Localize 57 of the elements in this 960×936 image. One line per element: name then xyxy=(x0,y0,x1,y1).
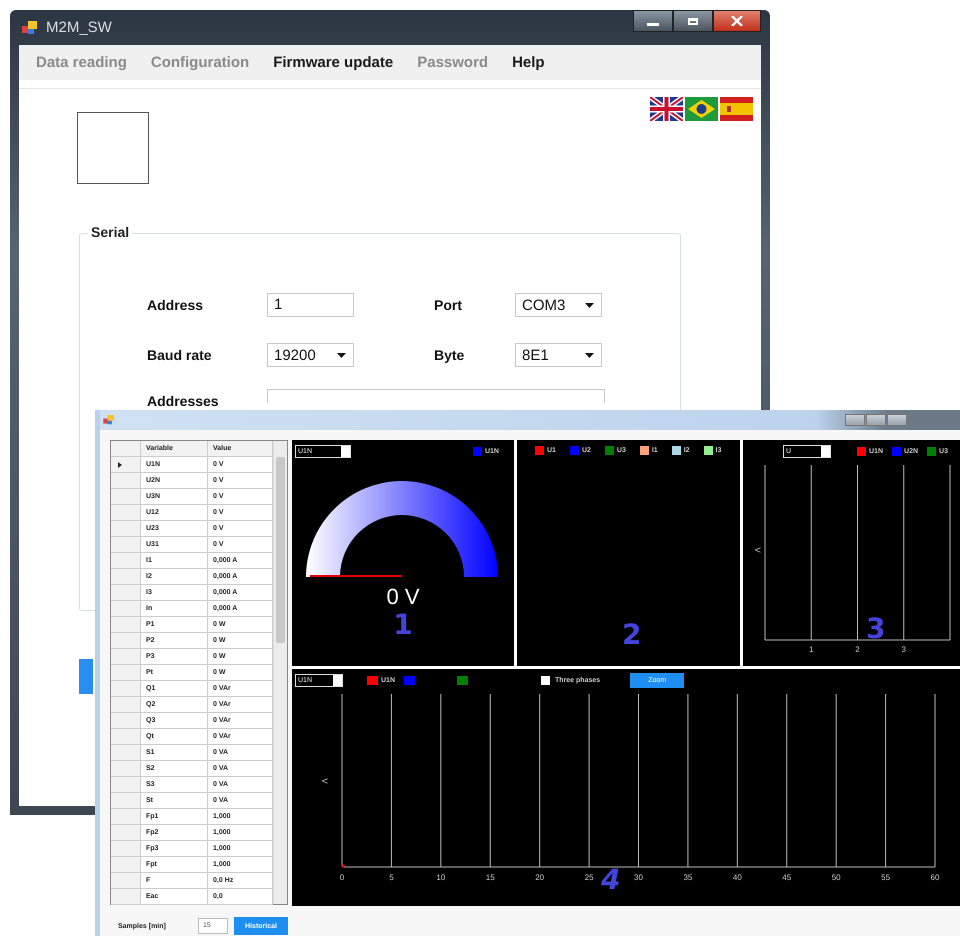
app-icon xyxy=(22,20,38,34)
axis-label: V xyxy=(753,547,762,553)
row-header[interactable] xyxy=(111,457,141,473)
caret-icon xyxy=(585,302,594,308)
caret-icon xyxy=(337,352,346,358)
menu-item[interactable]: Help xyxy=(512,54,545,71)
tick-label: 55 xyxy=(881,873,890,882)
field-label: Addresses xyxy=(147,393,220,409)
tick-label: 45 xyxy=(782,873,792,882)
image-placeholder xyxy=(77,112,149,184)
close-button[interactable] xyxy=(713,10,761,32)
dropdown[interactable]: COM3 xyxy=(515,293,602,317)
minimize-button[interactable] xyxy=(633,10,673,32)
axis-label: V xyxy=(320,778,329,784)
data-point xyxy=(342,864,344,868)
input-field[interactable]: 1 xyxy=(267,293,354,317)
brazil-flag-icon[interactable] xyxy=(685,97,718,121)
tick-label: 5 xyxy=(389,873,394,882)
tick-label: 20 xyxy=(535,873,544,882)
field-label: Port xyxy=(434,297,463,313)
caret-icon xyxy=(585,352,594,358)
field-label: Address xyxy=(147,297,204,313)
maximize-button[interactable] xyxy=(673,10,713,32)
current-row-icon xyxy=(118,462,122,468)
window-title: M2M_SW xyxy=(46,19,112,36)
menu-item[interactable]: Firmware update xyxy=(273,54,394,71)
field-label: Byte xyxy=(434,347,466,363)
tick-label: 1 xyxy=(809,645,814,654)
tick-label: 0 xyxy=(340,873,344,882)
field-label: Baud rate xyxy=(147,347,213,363)
dropdown[interactable]: 19200 xyxy=(267,343,354,367)
tick-label: 25 xyxy=(584,873,594,882)
tick-label: 2 xyxy=(855,645,860,654)
app-icon xyxy=(103,415,115,425)
tick-label: 3 xyxy=(902,645,906,654)
close-icon xyxy=(731,16,743,26)
tick-label: 15 xyxy=(486,873,495,882)
panel-number: 2 xyxy=(622,618,642,651)
dropdown[interactable]: 8E1 xyxy=(515,343,602,367)
panel-number: 1 xyxy=(393,608,413,641)
checkbox[interactable] xyxy=(541,676,550,684)
group-title: Serial xyxy=(88,224,132,240)
uk-flag-icon[interactable] xyxy=(650,97,683,121)
tick-label: 50 xyxy=(832,873,841,882)
header-cell xyxy=(111,441,141,457)
tick-label: 10 xyxy=(436,873,446,882)
action-button[interactable] xyxy=(79,659,93,694)
tick-label: 60 xyxy=(930,873,940,882)
panel-number: 3 xyxy=(866,612,886,645)
tick-label: 40 xyxy=(732,873,742,882)
input-field[interactable] xyxy=(267,389,605,403)
scrollbar[interactable] xyxy=(273,441,287,904)
spain-flag-icon[interactable] xyxy=(720,97,753,121)
panel-number: 4 xyxy=(601,863,620,896)
tick-label: 30 xyxy=(634,873,643,882)
tick-label: 35 xyxy=(683,873,692,882)
gauge-reading: 0 V xyxy=(386,584,420,610)
